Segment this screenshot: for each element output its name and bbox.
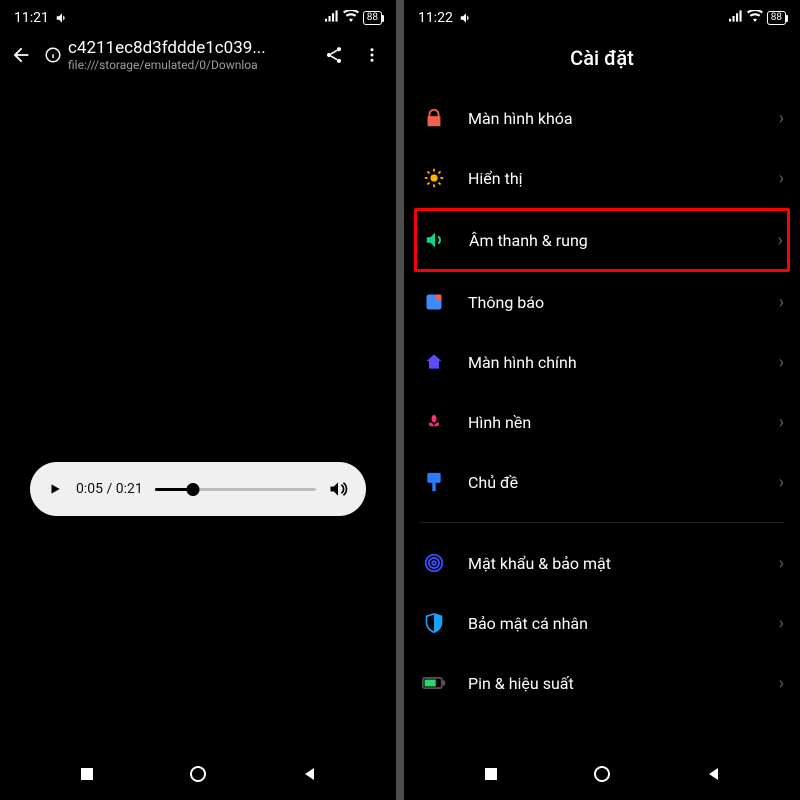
settings-item-lockscreen[interactable]: Màn hình khóa › (420, 88, 784, 148)
recents-button[interactable] (466, 760, 516, 788)
chevron-right-icon: › (779, 352, 784, 373)
theme-icon (420, 468, 448, 496)
chevron-right-icon: › (779, 472, 784, 493)
info-icon (44, 46, 62, 64)
sun-icon (420, 164, 448, 192)
playback-time: 0:05 / 0:21 (76, 481, 143, 497)
settings-item-label: Màn hình chính (468, 353, 779, 372)
browser-app-bar: c4211ec8d3fddde1c039... file:///storage/… (0, 30, 396, 76)
volume-up-icon (55, 11, 69, 25)
divider (420, 522, 784, 523)
settings-item-label: Thông báo (468, 293, 779, 312)
status-time: 11:21 (14, 10, 49, 26)
play-button[interactable] (48, 482, 64, 496)
settings-item-home[interactable]: Màn hình chính › (420, 332, 784, 392)
settings-item-wallpaper[interactable]: Hình nền › (420, 392, 784, 452)
settings-item-sound[interactable]: Âm thanh & rung › (414, 208, 790, 272)
sound-icon (421, 226, 449, 254)
settings-item-notifications[interactable]: Thông báo › (420, 272, 784, 332)
settings-screen: 11:22 88 Cài đặt Màn hình khóa › (404, 0, 800, 800)
settings-title: Cài đặt (404, 30, 800, 88)
settings-item-label: Âm thanh & rung (469, 231, 778, 250)
chevron-right-icon: › (779, 108, 784, 129)
url-bar[interactable]: c4211ec8d3fddde1c039... file:///storage/… (44, 38, 310, 72)
settings-item-battery[interactable]: Pin & hiệu suất › (420, 653, 784, 713)
settings-list: Màn hình khóa › Hiển thị › Âm thanh & ru… (404, 88, 800, 713)
battery-indicator: 88 (767, 11, 786, 25)
settings-item-display[interactable]: Hiển thị › (420, 148, 784, 208)
back-nav-button[interactable] (285, 760, 335, 788)
share-button[interactable] (320, 41, 348, 69)
page-title: c4211ec8d3fddde1c039... (68, 38, 310, 58)
android-nav-bar (0, 748, 396, 800)
settings-item-themes[interactable]: Chủ đề › (420, 452, 784, 512)
battery-indicator: 88 (363, 11, 382, 25)
recents-button[interactable] (62, 760, 112, 788)
seek-knob[interactable] (187, 483, 200, 496)
android-nav-bar (404, 748, 800, 800)
home-icon (420, 348, 448, 376)
notification-icon (420, 288, 448, 316)
back-button[interactable] (8, 42, 34, 68)
overflow-menu-button[interactable] (358, 41, 386, 69)
chevron-right-icon: › (779, 553, 784, 574)
lock-icon (420, 104, 448, 132)
chevron-right-icon: › (779, 292, 784, 313)
status-bar: 11:22 88 (404, 0, 800, 30)
status-bar: 11:21 88 (0, 0, 396, 30)
chevron-right-icon: › (779, 168, 784, 189)
settings-item-privacy[interactable]: Bảo mật cá nhân › (420, 593, 784, 653)
volume-button[interactable] (328, 479, 348, 499)
chevron-right-icon: › (779, 613, 784, 634)
chevron-right-icon: › (779, 673, 784, 694)
wallpaper-icon (420, 408, 448, 436)
signal-icon (729, 10, 743, 26)
wifi-icon (747, 10, 763, 26)
status-time: 11:22 (418, 10, 453, 26)
back-nav-button[interactable] (689, 760, 739, 788)
settings-item-label: Màn hình khóa (468, 109, 779, 128)
seek-slider[interactable] (155, 488, 316, 491)
home-button[interactable] (173, 760, 223, 788)
page-url: file:///storage/emulated/0/Downloa (68, 58, 310, 72)
settings-item-label: Chủ đề (468, 473, 779, 492)
audio-player: 0:05 / 0:21 (30, 462, 366, 516)
chevron-right-icon: › (779, 412, 784, 433)
settings-item-security[interactable]: Mật khẩu & bảo mật › (420, 533, 784, 593)
volume-up-icon (459, 11, 473, 25)
settings-item-label: Hình nền (468, 413, 779, 432)
chevron-right-icon: › (778, 230, 783, 251)
settings-item-label: Pin & hiệu suất (468, 674, 779, 693)
settings-item-label: Bảo mật cá nhân (468, 614, 779, 633)
battery-icon (420, 669, 448, 697)
shield-icon (420, 609, 448, 637)
settings-item-label: Hiển thị (468, 169, 779, 188)
fingerprint-icon (420, 549, 448, 577)
browser-screen: 11:21 88 c4211ec8d3fddde1c039... (0, 0, 396, 800)
wifi-icon (343, 10, 359, 26)
signal-icon (325, 10, 339, 26)
settings-item-label: Mật khẩu & bảo mật (468, 554, 779, 573)
home-button[interactable] (577, 760, 627, 788)
